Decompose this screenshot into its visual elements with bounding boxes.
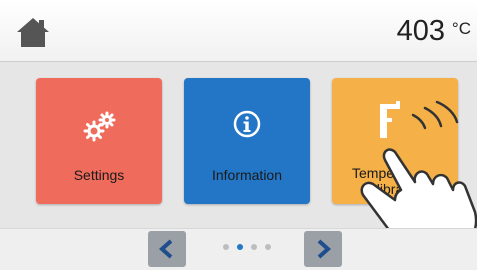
page-indicator	[223, 244, 283, 254]
settings-label: Settings	[73, 167, 125, 183]
info-icon	[233, 110, 261, 138]
previous-page-button[interactable]	[148, 231, 186, 267]
page-dot-3	[251, 244, 257, 250]
information-tile[interactable]: Information	[184, 78, 310, 204]
calibration-label-line2: calibrat	[362, 181, 408, 197]
calibration-label-line1: Temper	[352, 165, 399, 181]
bottom-navigation-bar	[0, 228, 477, 270]
information-label: Information	[211, 167, 283, 183]
home-icon[interactable]	[15, 16, 51, 48]
page-dot-1	[223, 244, 229, 250]
chevron-right-icon	[317, 239, 332, 259]
page-dot-4	[265, 244, 271, 250]
oven-screen: 403 °C Settings Information Temper calib…	[0, 0, 477, 270]
settings-tile[interactable]: Settings	[36, 78, 162, 204]
chevron-left-icon	[158, 239, 173, 259]
top-bar: 403 °C	[0, 0, 477, 62]
temperature-unit: °C	[451, 19, 471, 38]
next-page-button[interactable]	[304, 231, 342, 267]
page-dot-2	[237, 244, 243, 250]
temperature-calibration-tile[interactable]: Temper calibrat	[332, 78, 458, 204]
gear-icon	[83, 111, 116, 142]
thermometer-icon	[380, 101, 400, 138]
temperature-value: 403	[396, 15, 445, 47]
